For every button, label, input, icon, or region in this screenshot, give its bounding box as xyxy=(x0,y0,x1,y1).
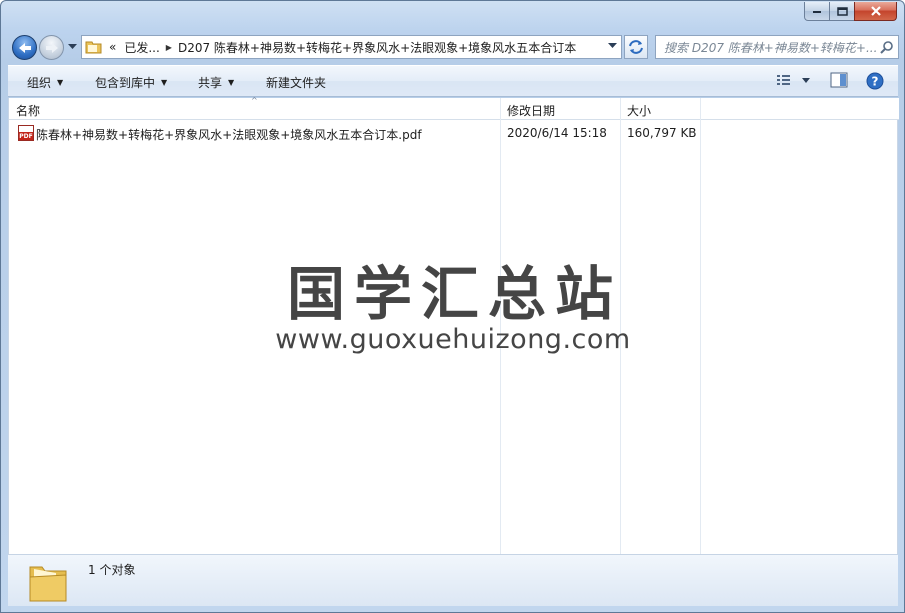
address-bar[interactable]: « 已发... ▶ D207 陈春林+神易数+转梅花+界象风水+法眼观象+境象风… xyxy=(81,35,622,59)
explorer-window: « 已发... ▶ D207 陈春林+神易数+转梅花+界象风水+法眼观象+境象风… xyxy=(0,0,905,613)
recent-pages-button[interactable] xyxy=(66,40,78,54)
file-name[interactable]: 陈春林+神易数+转梅花+界象风水+法眼观象+境象风水五本合订本.pdf xyxy=(36,126,422,143)
column-name[interactable]: 名称 xyxy=(16,102,40,119)
include-in-library-menu[interactable]: 包含到库中 ▼ xyxy=(95,74,167,91)
help-icon: ? xyxy=(866,72,884,90)
back-button[interactable] xyxy=(12,35,37,60)
help-button[interactable]: ? xyxy=(866,72,884,93)
preview-pane-button[interactable] xyxy=(830,72,848,91)
new-folder-button[interactable]: 新建文件夹 xyxy=(266,74,326,91)
maximize-button[interactable] xyxy=(829,2,855,21)
watermark-title: 国学汇总站 xyxy=(286,260,622,328)
svg-text:?: ? xyxy=(872,75,879,89)
close-button[interactable] xyxy=(854,2,897,21)
maximize-icon xyxy=(836,6,848,16)
minimize-icon xyxy=(813,11,821,13)
command-bar: 组织 ▼ 包含到库中 ▼ 共享 ▼ 新建文件夹 ? xyxy=(8,65,898,97)
details-view-icon xyxy=(777,75,810,85)
search-placeholder: 搜索 D207 陈春林+神易数+转梅花+... xyxy=(664,40,878,55)
arrow-left-icon xyxy=(18,42,31,53)
breadcrumb-current[interactable]: D207 陈春林+神易数+转梅花+界象风水+法眼观象+境象风水五本合订本 xyxy=(178,39,576,56)
organize-menu[interactable]: 组织 ▼ xyxy=(27,74,63,91)
forward-button[interactable] xyxy=(39,35,64,60)
preview-pane-icon xyxy=(830,72,848,88)
include-in-library-label: 包含到库中 xyxy=(95,76,156,90)
file-modified: 2020/6/14 15:18 xyxy=(507,126,607,140)
new-folder-label: 新建文件夹 xyxy=(266,76,327,90)
refresh-icon xyxy=(629,40,643,54)
folder-icon xyxy=(85,39,103,55)
refresh-button[interactable] xyxy=(624,35,648,59)
breadcrumb-parent[interactable]: 已发... xyxy=(124,39,159,56)
chevron-down-icon xyxy=(67,44,77,49)
share-label: 共享 xyxy=(198,76,223,90)
minimize-button[interactable] xyxy=(804,2,830,21)
chevron-down-icon: ▼ xyxy=(161,78,168,87)
column-size[interactable]: 大小 xyxy=(627,102,651,119)
column-modified[interactable]: 修改日期 xyxy=(507,102,555,119)
caption-buttons xyxy=(804,2,897,21)
folder-icon xyxy=(29,566,67,602)
close-icon xyxy=(870,6,881,16)
file-size: 160,797 KB xyxy=(627,126,697,140)
breadcrumb-separator-icon[interactable]: ▶ xyxy=(166,43,172,52)
chevron-down-icon: ▼ xyxy=(228,78,235,87)
address-dropdown-icon[interactable] xyxy=(608,43,617,49)
sort-ascending-icon: ^ xyxy=(251,96,258,105)
search-input[interactable]: 搜索 D207 陈春林+神易数+转梅花+... xyxy=(655,35,899,59)
watermark-url: www.guoxuehuizong.com xyxy=(275,324,631,355)
breadcrumb-overflow[interactable]: « xyxy=(109,40,116,54)
search-icon[interactable] xyxy=(880,40,894,54)
chevron-down-icon: ▼ xyxy=(57,78,64,87)
column-headers: ^ 名称 修改日期 大小 xyxy=(9,96,899,120)
item-count: 1 个对象 xyxy=(88,563,136,577)
file-row[interactable]: PDF 陈春林+神易数+转梅花+界象风水+法眼观象+境象风水五本合订本.pdf … xyxy=(9,124,899,142)
column-divider[interactable] xyxy=(700,98,701,554)
pdf-icon: PDF xyxy=(18,125,34,141)
details-pane: 1 个对象 xyxy=(8,554,898,606)
organize-label: 组织 xyxy=(27,76,52,90)
arrow-right-icon xyxy=(45,42,58,53)
share-menu[interactable]: 共享 ▼ xyxy=(198,74,234,91)
view-options-button[interactable] xyxy=(776,72,816,93)
